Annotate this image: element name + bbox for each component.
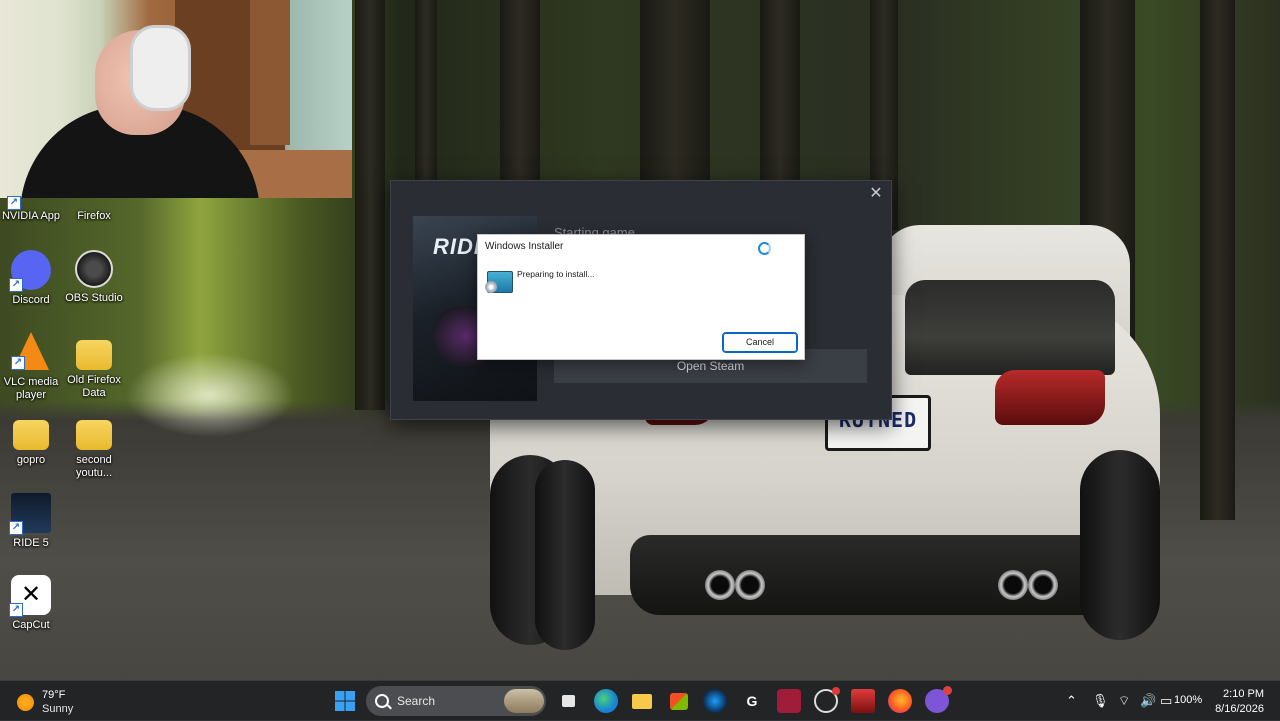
desktop-icon-label: OBS Studio xyxy=(65,292,123,304)
dialog-title: Windows Installer xyxy=(485,241,564,252)
search-label: Search xyxy=(397,694,436,708)
shortcut-arrow-icon: ↗ xyxy=(9,278,23,292)
desktop-icon-vlc[interactable]: ↗ VLC media player xyxy=(0,332,67,402)
weather-temp: 79°F xyxy=(42,689,66,701)
vlc-cone-icon: ↗ xyxy=(11,332,49,370)
weather-condition: Sunny xyxy=(42,703,74,715)
desktop-icon-second-youtube[interactable]: second youtu... xyxy=(58,410,130,480)
taskbar-firefox[interactable] xyxy=(888,689,912,713)
notification-badge-icon xyxy=(943,686,952,695)
microphone-icon[interactable]: 🎙 xyxy=(1092,693,1109,709)
installer-message: Preparing to install... xyxy=(517,269,595,279)
clock[interactable]: 2:10 PM 8/16/2026 xyxy=(1215,687,1264,717)
taskbar-file-explorer[interactable] xyxy=(630,689,654,713)
close-icon[interactable]: ✕ xyxy=(867,185,885,203)
shortcut-arrow-icon: ↗ xyxy=(9,603,23,617)
desktop-icon-ride5[interactable]: ↗ RIDE 5 xyxy=(0,493,67,550)
folder-icon xyxy=(632,694,652,709)
clock-time: 2:10 PM xyxy=(1223,688,1264,700)
desktop-icon-label: Discord xyxy=(12,294,50,306)
taskbar-edge[interactable] xyxy=(594,689,618,713)
tree-trunk xyxy=(1200,0,1235,520)
desktop-icon-label: gopro xyxy=(16,454,46,466)
obs-icon xyxy=(75,250,113,288)
desktop-icon-label: RIDE 5 xyxy=(13,537,49,549)
folder-icon xyxy=(13,420,49,450)
tree-trunk xyxy=(415,0,437,180)
task-view-icon xyxy=(562,695,575,707)
store-icon xyxy=(670,693,688,710)
shortcut-arrow-icon: ↗ xyxy=(11,356,25,370)
busy-spinner-icon xyxy=(758,242,771,255)
windows-installer-dialog: Windows Installer Preparing to install..… xyxy=(477,234,805,360)
desktop-icon-old-firefox-data[interactable]: Old Firefox Data xyxy=(58,330,130,400)
tree-trunk xyxy=(760,0,800,185)
desktop-icon-nvidia-app[interactable]: ↗ NVIDIA App xyxy=(0,196,67,223)
taskbar-forza[interactable] xyxy=(851,689,875,713)
cancel-button[interactable]: Cancel xyxy=(722,332,798,353)
search-icon xyxy=(375,694,389,708)
taskbar-steam[interactable] xyxy=(703,689,727,713)
taskbar-discord[interactable] xyxy=(925,686,952,713)
shortcut-arrow-icon: ↗ xyxy=(9,521,23,535)
windows-logo-icon xyxy=(335,691,355,711)
tree-trunk xyxy=(640,0,710,185)
headphones xyxy=(130,25,191,111)
desktop-icon-obs-studio[interactable]: OBS Studio xyxy=(58,250,130,305)
ride5-icon: ↗ xyxy=(9,493,51,535)
folder-icon xyxy=(76,340,112,370)
desktop-icon-label: CapCut xyxy=(12,619,50,631)
volume-icon[interactable]: 🔊 xyxy=(1140,693,1156,709)
desktop-icon-label: Firefox xyxy=(77,210,111,222)
start-button[interactable] xyxy=(333,689,357,713)
taskbar-obs-studio[interactable] xyxy=(814,687,840,713)
taskbar: 79°F Sunny Search G ⌃ 🎙 ⌔ 🔊 ▭ 100% 2:10 … xyxy=(0,680,1280,721)
wifi-icon[interactable]: ⌔ xyxy=(1118,693,1130,709)
tree-trunk xyxy=(355,0,385,410)
weather-widget[interactable]: 79°F Sunny xyxy=(14,687,104,717)
desktop-icon-label: NVIDIA App xyxy=(1,210,61,222)
folder-icon xyxy=(76,420,112,450)
taskbar-ride5-launcher[interactable] xyxy=(777,689,801,713)
search-highlight-image xyxy=(504,689,544,713)
taskbar-logitech-g-hub[interactable]: G xyxy=(740,689,764,713)
battery-percent: 100% xyxy=(1174,694,1203,706)
desktop-icon-label: Old Firefox Data xyxy=(67,374,121,399)
sun-icon xyxy=(17,694,34,711)
taskbar-search-box[interactable]: Search xyxy=(366,686,546,716)
tree-trunk xyxy=(500,0,540,180)
installer-icon xyxy=(485,271,513,293)
desktop-icon-capcut[interactable]: ✕ ↗ CapCut xyxy=(0,575,67,632)
desktop-icon-label: VLC media player xyxy=(3,376,59,401)
battery-icon[interactable]: ▭ xyxy=(1160,693,1172,709)
desktop-icon-firefox[interactable]: Firefox xyxy=(58,198,130,223)
desktop-icon-label: second youtu... xyxy=(75,454,113,479)
discord-icon: ↗ xyxy=(9,250,51,292)
desktop-icon-discord[interactable]: ↗ Discord xyxy=(0,250,67,307)
shortcut-arrow-icon: ↗ xyxy=(7,196,21,210)
desktop-icon-gopro[interactable]: gopro xyxy=(0,410,67,467)
clock-date: 8/16/2026 xyxy=(1215,703,1264,715)
recording-indicator-icon xyxy=(832,687,840,695)
capcut-icon: ✕ ↗ xyxy=(9,575,51,617)
taskbar-microsoft-store[interactable] xyxy=(667,689,691,713)
chevron-up-icon[interactable]: ⌃ xyxy=(1066,693,1077,709)
webcam-overlay xyxy=(0,0,352,198)
task-view-button[interactable] xyxy=(557,689,581,713)
